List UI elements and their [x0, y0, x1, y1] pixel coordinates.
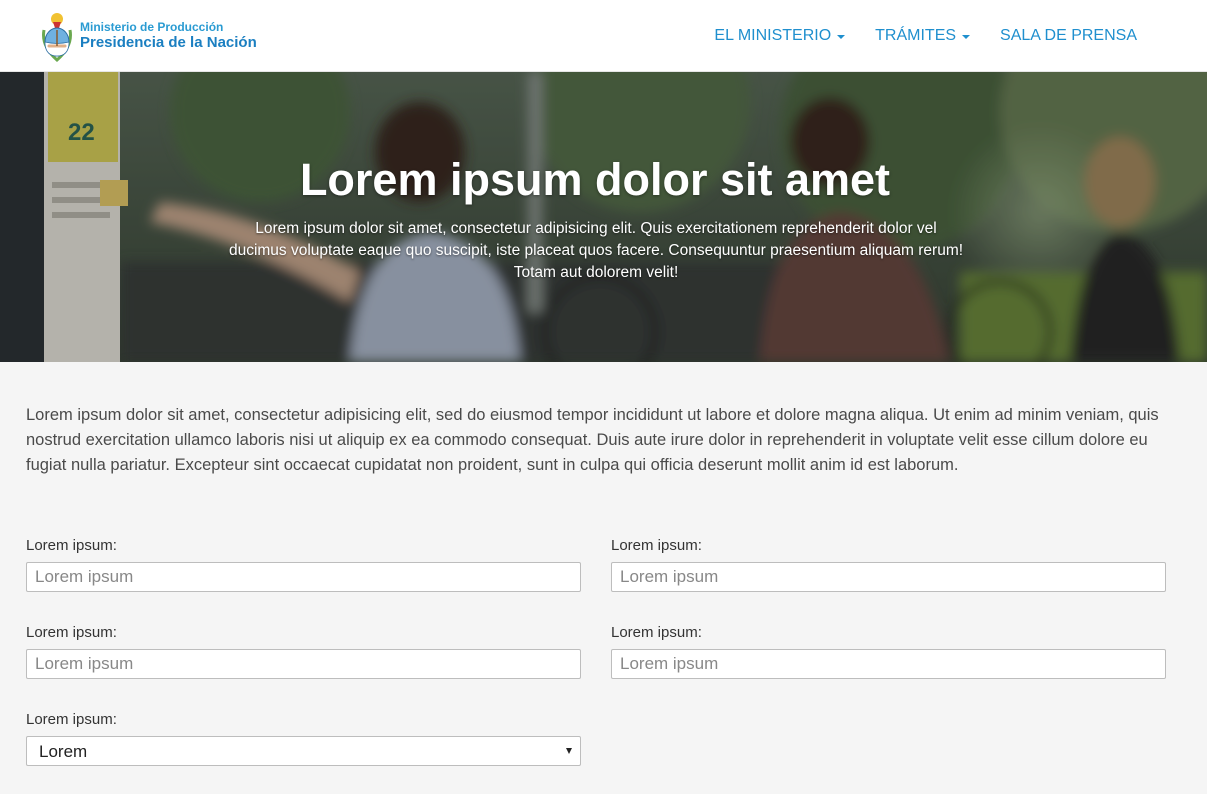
brand-ministry-name: Ministerio de Producción: [80, 20, 224, 34]
field-label: Lorem ipsum:: [26, 624, 117, 641]
hero-subtitle: Lorem ipsum dolor sit amet, consectetur …: [228, 220, 964, 281]
field-label: Lorem ipsum:: [26, 537, 117, 554]
brand-logo-link[interactable]: Ministerio de Producción Presidencia de …: [40, 10, 257, 62]
select-value: Lorem: [39, 742, 88, 761]
caret-down-icon: [837, 35, 846, 39]
hero-background-photo: 22: [0, 72, 1207, 362]
dropdown-arrow-icon: [566, 748, 572, 754]
top-navbar: Ministerio de Producción Presidencia de …: [0, 0, 1207, 72]
hero-title: Lorem ipsum dolor sit amet: [299, 154, 891, 205]
nav-item-label: EL MINISTERIO: [714, 27, 832, 44]
form-field-4: Lorem ipsum:: [611, 624, 1166, 679]
field-label: Lorem ipsum:: [611, 537, 702, 554]
nav-item-label: SALA DE PRENSA: [1000, 27, 1137, 44]
main-nav: EL MINISTERIO TRÁMITES SALA DE PRENSA: [684, 0, 1137, 72]
nav-item-sala-de-prensa[interactable]: SALA DE PRENSA: [1000, 27, 1137, 45]
text-input-2[interactable]: [611, 562, 1166, 592]
field-label: Lorem ipsum:: [26, 711, 117, 728]
nav-item-tramites[interactable]: TRÁMITES: [875, 27, 971, 45]
field-label: Lorem ipsum:: [611, 624, 702, 641]
lorem-select[interactable]: Lorem: [26, 736, 581, 766]
hero-banner: 22 Lorem ipsum dolor sit amet Lorem ipsu…: [0, 72, 1207, 362]
intro-paragraph: Lorem ipsum dolor sit amet, consectetur …: [26, 406, 1159, 474]
text-input-4[interactable]: [611, 649, 1166, 679]
nav-item-label: TRÁMITES: [875, 27, 957, 44]
coat-of-arms-icon: [42, 13, 72, 62]
caret-down-icon: [962, 35, 971, 39]
text-input-3[interactable]: [26, 649, 581, 679]
brand-presidency-name: Presidencia de la Nación: [80, 34, 257, 51]
form-field-3: Lorem ipsum:: [26, 624, 581, 679]
form-field-select: Lorem ipsum: Lorem: [26, 711, 581, 766]
form-field-2: Lorem ipsum:: [611, 537, 1166, 592]
form-field-1: Lorem ipsum:: [26, 537, 581, 592]
nav-item-el-ministerio[interactable]: EL MINISTERIO: [714, 27, 846, 45]
text-input-1[interactable]: [26, 562, 581, 592]
